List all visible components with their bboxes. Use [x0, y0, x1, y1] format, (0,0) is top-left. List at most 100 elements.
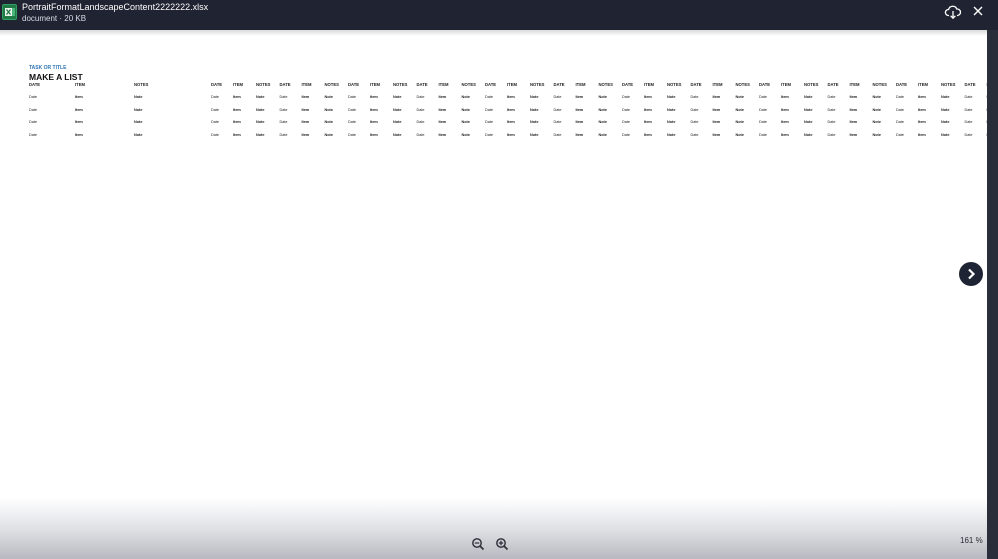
table-cell: Note: [256, 95, 265, 99]
table-cell: Date: [29, 95, 38, 99]
table-cell: Item: [301, 107, 310, 112]
table-cell: Note: [461, 95, 470, 99]
table-cell: Note: [598, 107, 607, 112]
cloud-download-icon[interactable]: [944, 3, 964, 23]
table-cell: Note: [461, 120, 470, 124]
header-shadow: [0, 30, 987, 36]
table-cell: Item: [575, 132, 584, 137]
column-header: ITEM: [712, 82, 723, 87]
table-cell: Note: [735, 132, 744, 137]
table-cell: Note: [393, 107, 402, 112]
table-cell: Date: [348, 120, 357, 124]
table-cell: Item: [644, 95, 652, 99]
table-cell: Date: [416, 120, 425, 124]
table-cell: Date: [896, 120, 905, 124]
table-cell: Note: [324, 107, 333, 112]
table-cell: Item: [918, 95, 926, 99]
viewer-header: PortraitFormatLandscapeContent2222222.xl…: [0, 0, 998, 30]
table-cell: Note: [872, 132, 881, 137]
zoom-in-icon[interactable]: [495, 537, 509, 551]
table-cell: Date: [485, 120, 494, 124]
zoom-out-icon[interactable]: [471, 537, 485, 551]
column-header: NOTES: [461, 82, 476, 87]
table-cell: Item: [849, 95, 858, 99]
table-cell: Date: [485, 132, 494, 137]
table-cell: Note: [735, 120, 744, 124]
table-cell: Date: [348, 107, 357, 112]
table-cell: Item: [781, 95, 789, 99]
table-cell: Date: [690, 95, 699, 99]
table-cell: Date: [827, 95, 836, 99]
table-cell: Date: [279, 120, 288, 124]
table-cell: Note: [804, 107, 813, 112]
table-cell: Date: [279, 107, 288, 112]
table-cell: Date: [827, 120, 836, 124]
column-header: NOTES: [134, 82, 149, 87]
table-cell: Item: [849, 120, 858, 124]
table-cell: Note: [134, 132, 143, 137]
document-viewer[interactable]: TASK OR TITLE MAKE A LIST DATE ITEM NOTES D…: [0, 30, 987, 559]
column-header: ITEM: [918, 82, 929, 87]
table-cell: Date: [896, 132, 905, 137]
table-cell: Item: [644, 120, 652, 124]
table-cell: Date: [622, 120, 631, 124]
chevron-right-icon: [968, 268, 976, 280]
table-cell: Item: [781, 107, 789, 112]
table-cell: Item: [75, 120, 83, 124]
table-cell: Note: [461, 132, 470, 137]
table-cell: Item: [507, 95, 515, 99]
table-cell: Item: [575, 107, 584, 112]
close-icon[interactable]: [969, 3, 989, 23]
table-cell: Date: [211, 107, 220, 112]
table-cell: Note: [667, 120, 676, 124]
column-header: DATE: [759, 82, 771, 87]
table-cell: Item: [712, 107, 721, 112]
column-header: ITEM: [75, 82, 86, 87]
table-cell: Date: [690, 120, 699, 124]
table-cell: Date: [964, 95, 973, 99]
scrollbar[interactable]: [987, 30, 998, 559]
column-header: ITEM: [507, 82, 518, 87]
next-page-button[interactable]: [959, 262, 983, 286]
table-cell: Date: [553, 95, 562, 99]
zoom-level: 161 %: [960, 536, 983, 545]
table-cell: Date: [622, 107, 631, 112]
column-header: ITEM: [370, 82, 381, 87]
table-cell: Note: [735, 107, 744, 112]
table-cell: Item: [233, 95, 241, 99]
table-cell: Note: [256, 120, 265, 124]
table-cell: Note: [530, 120, 539, 124]
table-cell: Item: [438, 120, 447, 124]
table-cell: Item: [712, 120, 721, 124]
table-cell: Note: [324, 120, 333, 124]
table-cell: Note: [872, 120, 881, 124]
table-cell: Item: [301, 95, 310, 99]
table-cell: Note: [256, 132, 265, 137]
table-cell: Item: [233, 107, 241, 112]
table-cell: Date: [553, 120, 562, 124]
table-cell: Date: [348, 132, 357, 137]
spreadsheet-page: TASK OR TITLE MAKE A LIST DATE ITEM NOTES D…: [29, 64, 987, 154]
table-cell: Note: [393, 120, 402, 124]
table-cell: Note: [324, 132, 333, 137]
table-cell: Item: [712, 95, 721, 99]
column-header: ITEM: [849, 82, 860, 87]
table-cell: Date: [896, 95, 905, 99]
column-header: NOTES: [735, 82, 750, 87]
table-cell: Note: [667, 132, 676, 137]
table-cell: Date: [29, 120, 38, 124]
table-cell: Date: [759, 107, 768, 112]
table-cell: Date: [416, 132, 425, 137]
file-meta: document · 20 KB: [22, 14, 87, 23]
column-header: DATE: [553, 82, 565, 87]
table-cell: Date: [622, 95, 631, 99]
column-header: DATE: [964, 82, 976, 87]
table-cell: Item: [849, 132, 858, 137]
table-cell: Note: [941, 107, 950, 112]
table-cell: Note: [598, 132, 607, 137]
table-cell: Note: [667, 107, 676, 112]
table-cell: Date: [690, 107, 699, 112]
table-cell: Note: [324, 95, 333, 99]
table-cell: Note: [530, 107, 539, 112]
column-header: DATE: [348, 82, 360, 87]
